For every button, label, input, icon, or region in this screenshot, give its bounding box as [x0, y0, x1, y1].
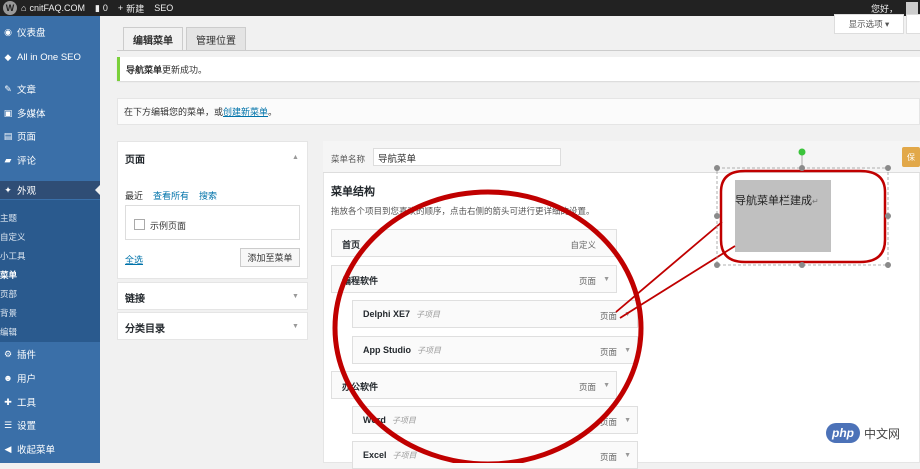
menu-item[interactable]: Excel 子项目 页面 ▼: [352, 441, 638, 469]
help-button[interactable]: [906, 14, 920, 34]
home-icon: ⌂: [21, 3, 27, 13]
collapse-icon: ◀: [4, 443, 12, 454]
appearance-submenu: 主题 自定义 小工具 菜单 页部 背景 编辑: [0, 200, 100, 342]
wordpress-logo-icon[interactable]: W: [3, 1, 17, 15]
manage-menus-bar: 在下方编辑您的菜单，或 创建新菜单。: [117, 98, 920, 125]
avatar[interactable]: [906, 2, 918, 14]
chevron-down-icon[interactable]: ▼: [624, 347, 631, 354]
menu-item[interactable]: 编程软件 页面 ▼: [331, 265, 617, 293]
create-new-menu-link[interactable]: 创建新菜单: [223, 105, 268, 118]
watermark: php 中文网: [826, 423, 900, 443]
submenu-item-background[interactable]: 背景: [0, 307, 17, 319]
submenu-item-themes[interactable]: 主题: [0, 212, 17, 224]
site-name-link[interactable]: ⌂ cnitFAQ.COM: [21, 3, 85, 13]
submenu-item-header[interactable]: 页部: [0, 288, 17, 300]
subtab-recent[interactable]: 最近: [125, 189, 143, 202]
menu-item[interactable]: 办公软件 页面 ▼: [331, 371, 617, 399]
sidebar-item-dashboard[interactable]: ◉ 仪表盘: [0, 25, 100, 40]
new-content-link[interactable]: + 新建: [118, 2, 144, 15]
submenu-item-menus[interactable]: 菜单: [0, 269, 17, 281]
subtab-view-all[interactable]: 查看所有: [153, 189, 189, 202]
page-icon: ▤: [3, 130, 13, 141]
sidebar-item-pages[interactable]: ▤ 页面: [0, 129, 100, 144]
settings-icon: ☰: [3, 419, 13, 430]
menu-item[interactable]: App Studio 子项目 页面 ▼: [352, 336, 638, 364]
chevron-down-icon[interactable]: ▼: [603, 382, 610, 389]
sidebar-item-tools[interactable]: ✚ 工具: [0, 395, 100, 410]
categories-panel-title: 分类目录: [125, 324, 165, 335]
update-notice: 导航菜单 更新成功。: [117, 57, 920, 81]
chevron-down-icon: ▾: [885, 18, 890, 29]
sidebar-collapse[interactable]: ◀ 收起菜单: [0, 442, 100, 457]
tab-manage-locations[interactable]: 管理位置: [186, 27, 246, 50]
chevron-down-icon[interactable]: ▼: [624, 311, 631, 318]
menu-name-label: 菜单名称: [331, 154, 366, 164]
admin-sidebar: ◉ 仪表盘 ◆ All in One SEO ✎ 文章 ▣ 多媒体 ▤ 页面 ▰ 评论 ✦ 外…: [0, 16, 100, 463]
save-menu-button[interactable]: 保: [902, 147, 920, 167]
tab-edit-menus[interactable]: 编辑菜单: [123, 27, 183, 51]
tab-divider: [117, 50, 920, 51]
links-panel[interactable]: [117, 282, 308, 310]
admin-bar: W ⌂ cnitFAQ.COM ▮ 0 + 新建 SEO 您好，: [0, 0, 920, 16]
php-logo-icon: php: [826, 423, 860, 443]
submenu-item-editor[interactable]: 编辑: [0, 326, 17, 338]
chevron-down-icon[interactable]: ▼: [624, 452, 631, 459]
watermark-text: 中文网: [864, 426, 901, 441]
comments-link[interactable]: ▮ 0: [95, 3, 108, 14]
screen-options-button[interactable]: 显示选项 ▾: [834, 14, 904, 34]
media-icon: ▣: [3, 107, 13, 118]
sidebar-item-comments[interactable]: ▰ 评论: [0, 153, 100, 168]
chevron-down-icon[interactable]: ▼: [603, 276, 610, 283]
pages-subtabs: 最近 查看所有 搜索: [125, 189, 227, 202]
annotation-text-box: [735, 180, 831, 252]
pages-panel-title[interactable]: 页面: [125, 151, 145, 166]
plugin-icon: ⚙: [3, 348, 13, 359]
greeting[interactable]: 您好，: [871, 2, 898, 15]
comment-icon: ▮: [94, 2, 100, 13]
menu-item[interactable]: 首页 自定义 ▼: [331, 229, 617, 257]
menu-item[interactable]: Delphi XE7 子项目 页面 ▼: [352, 300, 638, 328]
tool-icon: ✚: [4, 396, 12, 407]
subtab-search[interactable]: 搜索: [199, 189, 217, 202]
sidebar-item-users[interactable]: ☻ 用户: [0, 371, 100, 385]
user-icon: ☻: [3, 373, 13, 383]
example-page-label: 示例页面: [150, 221, 187, 231]
comment-icon: ▰: [4, 154, 12, 165]
shield-icon: ◆: [4, 52, 12, 62]
sidebar-item-settings[interactable]: ☰ 设置: [0, 418, 100, 433]
sidebar-item-seo[interactable]: ◆ All in One SEO: [0, 52, 100, 63]
example-page-checkbox[interactable]: [134, 219, 145, 230]
sidebar-item-media[interactable]: ▣ 多媒体: [0, 106, 100, 121]
chevron-down-icon[interactable]: ▼: [624, 417, 631, 424]
annotation-text: 导航菜单栏建成↵: [735, 195, 819, 207]
chevron-down-icon[interactable]: ▼: [603, 240, 610, 247]
sidebar-item-appearance[interactable]: ✦ 外观: [0, 181, 100, 199]
appearance-icon: ✦: [4, 184, 12, 195]
add-to-menu-button[interactable]: 添加至菜单: [240, 248, 300, 267]
links-panel-title: 链接: [125, 294, 145, 305]
menu-name-input[interactable]: 导航菜单: [373, 148, 561, 166]
submenu-item-customize[interactable]: 自定义: [0, 231, 26, 243]
menu-structure-title: 菜单结构: [331, 186, 375, 198]
submenu-item-widgets[interactable]: 小工具: [0, 250, 26, 262]
seo-link[interactable]: SEO: [154, 3, 173, 13]
dashboard-icon: ◉: [4, 26, 12, 37]
sidebar-item-plugins[interactable]: ⚙ 插件: [0, 347, 100, 362]
select-all-link[interactable]: 全选: [125, 253, 143, 266]
sidebar-item-posts[interactable]: ✎ 文章: [0, 82, 100, 97]
pin-icon: ✎: [4, 83, 12, 94]
plus-icon: +: [117, 3, 124, 13]
menu-item[interactable]: Word 子项目 页面 ▼: [352, 406, 638, 434]
menu-structure-description: 拖放各个项目到您喜欢的顺序，点击右侧的箭头可进行更详细的设置。: [331, 206, 595, 216]
